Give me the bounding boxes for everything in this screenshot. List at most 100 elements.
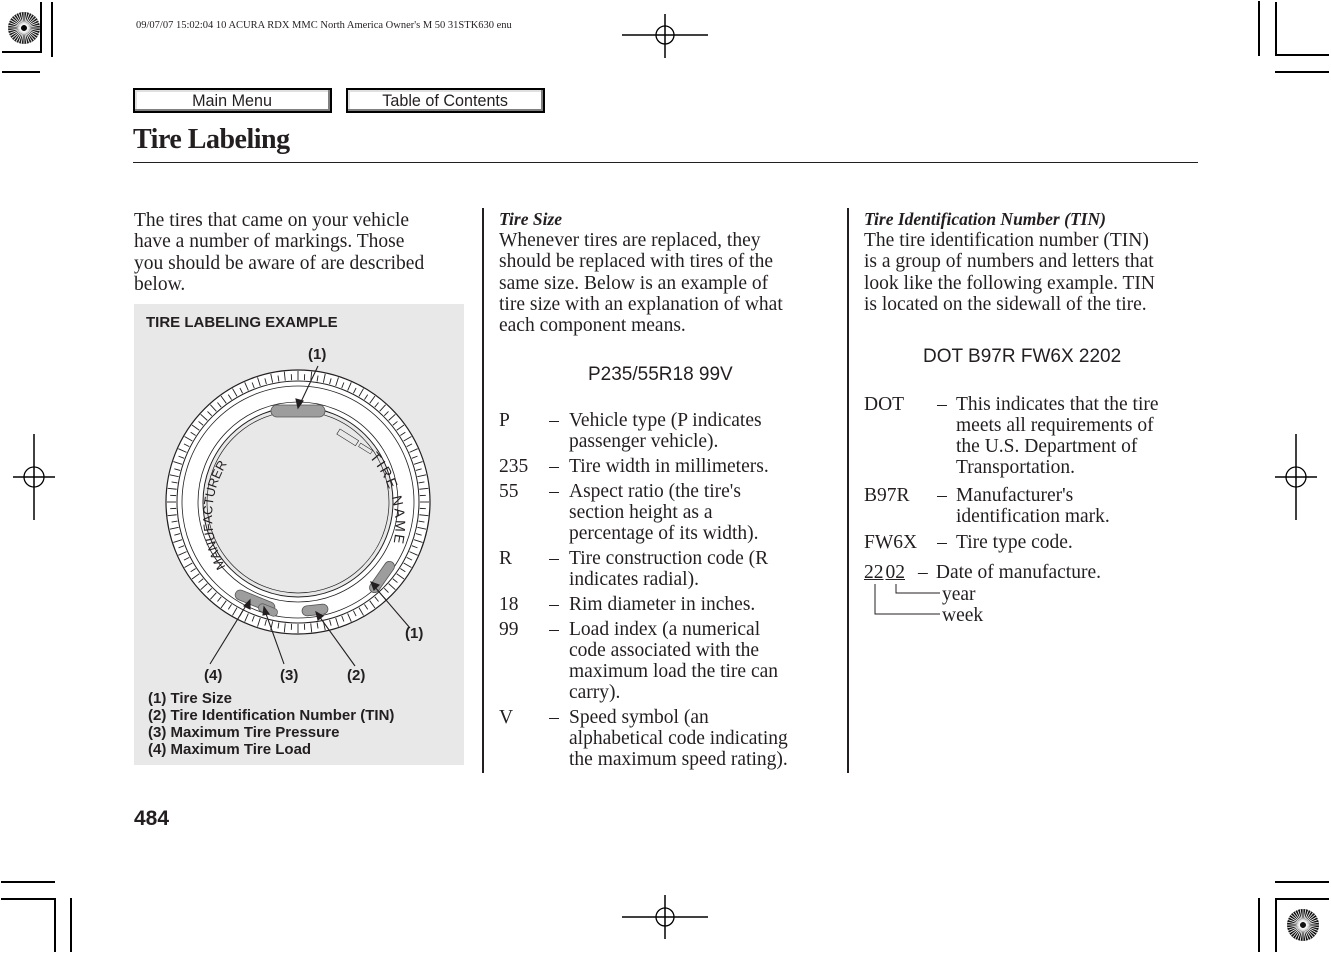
dash: – — [937, 532, 947, 553]
registration-target-icon — [1287, 909, 1319, 941]
callout-4: (4) — [204, 667, 223, 684]
text-line: Tire type code. — [956, 532, 1073, 553]
text-line: alphabetical code indicating — [569, 728, 788, 749]
text-line: percentage of its width). — [569, 523, 759, 544]
crop-mark-line — [1275, 2, 1277, 55]
tire-size-example: P235/55R18 99V — [588, 364, 733, 385]
text-line: indicates radial). — [569, 569, 699, 590]
tire-size-paragraph: Whenever tires are replaced, they should… — [499, 230, 839, 336]
dash: – — [549, 619, 559, 640]
text-line: you should be aware of are described — [134, 252, 425, 274]
main-menu-label: Main Menu — [192, 90, 273, 110]
definition-term: 235 — [499, 456, 529, 477]
dash: – — [549, 481, 559, 502]
crop-mark-line — [1, 881, 55, 883]
text-line: Aspect ratio (the tire's — [569, 481, 741, 502]
page-title: Tire Labeling — [133, 124, 290, 155]
definition-term: V — [499, 707, 514, 728]
date-bracket-lines — [874, 584, 940, 615]
text-line: Vehicle type (P indicates — [569, 410, 762, 431]
text-line: Manufacturer's — [956, 485, 1074, 506]
date-year-part: 02 — [885, 562, 906, 583]
text-line: tire size with an explanation of what — [499, 293, 783, 315]
definition-row: 235– Tire width in millimeters. — [499, 456, 839, 477]
figure-legend: (1) Tire Size (2) Tire Identification Nu… — [148, 690, 394, 758]
crop-mark-line — [1275, 898, 1277, 952]
crop-mark-line — [1275, 898, 1329, 900]
dash: – — [549, 456, 559, 477]
dash: – — [549, 594, 559, 615]
text-line: passenger vehicle). — [569, 431, 719, 452]
legend-item: (4) Maximum Tire Load — [148, 741, 312, 758]
definition-row: 18 – Rim diameter in inches. — [499, 594, 839, 615]
text-line: carry). — [569, 682, 621, 703]
column-divider — [847, 208, 849, 773]
crop-mark-line — [2, 71, 40, 73]
definition-term: B97R — [864, 485, 910, 506]
text-line: is a group of numbers and letters that — [864, 251, 1154, 273]
text-line: Tire width in millimeters. — [569, 456, 769, 477]
definition-row: 99 – Load index (a numerical code associate… — [499, 619, 839, 703]
definition-row: B97R – Manufacturer's identification mark. — [864, 485, 1206, 527]
crop-mark-line — [1275, 71, 1329, 73]
text-line: Load index (a numerical — [569, 619, 761, 640]
definition-term: 18 — [499, 594, 519, 615]
callout-1-side: (1) — [405, 625, 424, 642]
text-line: This indicates that the tire — [956, 394, 1159, 415]
definition-term: P — [499, 410, 510, 431]
dash: – — [549, 548, 559, 569]
definition-desc: Aspect ratio (the tire's section height a… — [569, 481, 839, 544]
table-of-contents-label: Table of Contents — [382, 90, 509, 110]
crop-mark-line — [1275, 54, 1329, 56]
crop-mark-line — [1258, 1, 1260, 56]
text-line: the U.S. Department of — [956, 436, 1138, 457]
text-line: have a number of markings. Those — [134, 231, 405, 253]
table-of-contents-button[interactable]: Table of Contents — [346, 88, 545, 113]
main-menu-button[interactable]: Main Menu — [133, 88, 332, 113]
text-line: identification mark. — [956, 506, 1110, 527]
crosshair-icon — [622, 895, 708, 939]
intro-paragraph: The tires that came on your vehicle have… — [134, 210, 474, 295]
tin-heading: Tire Identification Number (TIN) — [864, 209, 1106, 229]
print-header: 09/07/07 15:02:04 10 ACURA RDX MMC North… — [136, 20, 512, 31]
date-week-part: 22 — [864, 562, 884, 583]
text-line: each component means. — [499, 315, 686, 337]
definition-desc: Rim diameter in inches. — [569, 594, 839, 615]
page-number: 484 — [134, 807, 170, 830]
definition-term: FW6X — [864, 532, 918, 553]
definition-term: 55 — [499, 481, 519, 502]
text-line: section height as a — [569, 502, 713, 523]
legend-item: (1) Tire Size — [148, 690, 232, 707]
date-week-label: week — [942, 605, 984, 626]
definition-desc: Tire type code. — [956, 532, 1206, 553]
crop-mark-line — [51, 2, 53, 57]
text-line: same size. Below is an example of — [499, 272, 769, 294]
text-line: Transportation. — [956, 457, 1075, 478]
callout-1-top: (1) — [308, 346, 327, 363]
crop-mark-line — [1275, 881, 1329, 883]
crosshair-icon — [622, 14, 708, 58]
text-line: the maximum speed rating). — [569, 749, 788, 770]
definition-desc: This indicates that the tire meets all re… — [956, 394, 1206, 478]
text-line: is located on the sidewall of the tire. — [864, 293, 1147, 315]
text-line: Tire construction code (R — [569, 548, 769, 569]
tin-paragraph: The tire identification number (TIN) is … — [864, 230, 1209, 315]
text-line: The tire identification number (TIN) — [864, 230, 1149, 251]
text-line: Speed symbol (an — [569, 707, 709, 728]
definition-desc: Vehicle type (P indicates passenger vehic… — [569, 410, 839, 452]
definition-row: DOT – This indicates that the tire meets al… — [864, 394, 1206, 478]
definition-row: P – Vehicle type (P indicates passenger veh… — [499, 410, 839, 452]
tire-size-heading: Tire Size — [499, 209, 563, 229]
title-divider — [133, 162, 1198, 163]
crosshair-icon — [1275, 434, 1317, 520]
text-line: Whenever tires are replaced, they — [499, 230, 761, 251]
crop-mark-line — [1258, 898, 1260, 952]
text-line: Rim diameter in inches. — [569, 594, 756, 615]
crop-mark-line — [40, 2, 42, 53]
definition-term: R — [499, 548, 513, 569]
dash: – — [937, 394, 947, 415]
definition-desc: Tire width in millimeters. — [569, 456, 839, 477]
date-year-label: year — [942, 584, 976, 605]
dash: – — [937, 485, 947, 506]
definition-row: FW6X – Tire type code. — [864, 532, 1206, 553]
